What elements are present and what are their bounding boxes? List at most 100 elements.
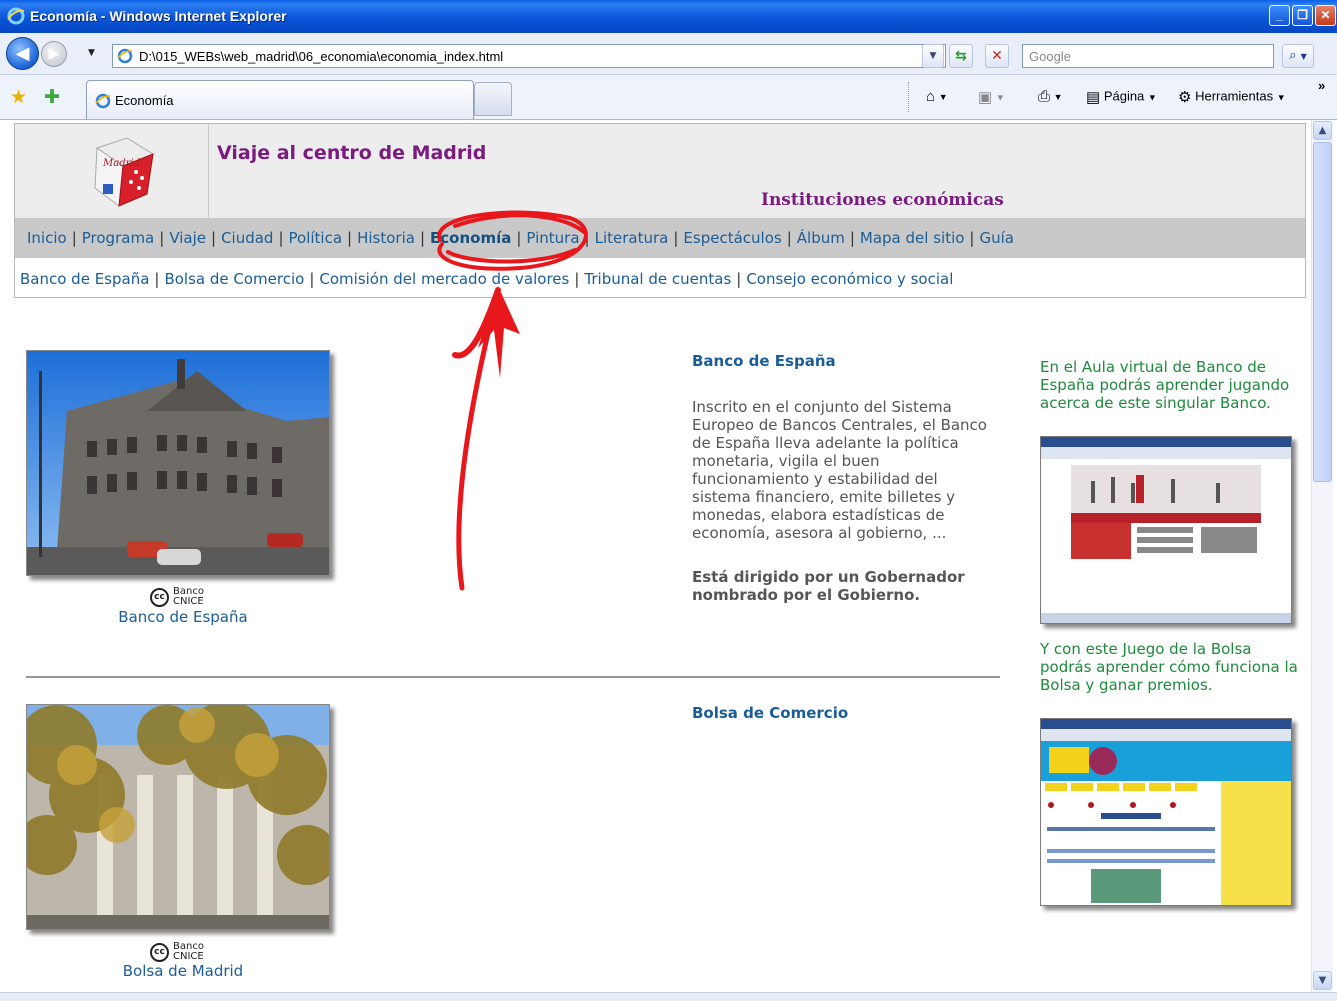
bolsa-de-madrid-photo[interactable] (26, 704, 330, 930)
menu-item-literatura[interactable]: Literatura (595, 229, 669, 247)
tools-menu-button[interactable]: ⚙ Herramientas ▼ (1178, 88, 1286, 106)
scroll-up-button[interactable]: ▲ (1313, 121, 1332, 140)
search-input[interactable]: Google (1022, 44, 1274, 68)
website-thumbnail-2 (1041, 719, 1291, 905)
minimize-button[interactable]: _ (1269, 5, 1290, 26)
tab-economia[interactable]: Economía (86, 80, 474, 119)
maximize-button[interactable]: ❐ (1292, 5, 1313, 26)
feeds-button[interactable]: ▣ ▼ (978, 88, 1005, 106)
menu-item-historia[interactable]: Historia (357, 229, 415, 247)
feed-icon: ▣ (978, 89, 993, 106)
tab-label: Economía (115, 93, 174, 108)
scroll-down-button[interactable]: ▼ (1313, 971, 1332, 990)
menu-separator: | (159, 229, 165, 247)
juego-bolsa-screenshot[interactable] (1040, 718, 1292, 906)
arrow-right-icon: ▶ (48, 46, 60, 62)
page-viewport: Madrid Viaje al centro de Madrid Institu… (4, 120, 1311, 992)
favorites-star-icon[interactable]: ★ (10, 86, 27, 109)
menu-item--lbum[interactable]: Álbum (797, 229, 845, 247)
cc-license-1[interactable]: cc Banco CNICE (150, 587, 230, 609)
scroll-thumb[interactable] (1313, 142, 1332, 482)
aula-virtual-screenshot[interactable] (1040, 436, 1292, 624)
submenu-separator: | (736, 270, 742, 288)
menu-separator: | (71, 229, 77, 247)
add-favorites-icon[interactable]: ✚ (44, 86, 60, 109)
refresh-icon: ⇆ (955, 48, 967, 64)
section-divider (26, 676, 1000, 678)
menu-separator: | (969, 229, 975, 247)
menu-separator: | (211, 229, 217, 247)
back-button[interactable]: ◀ (6, 37, 39, 70)
search-button[interactable]: ⌕ ▼ (1282, 44, 1314, 68)
home-button[interactable]: ⌂ ▼ (926, 88, 948, 105)
entry-description-banco: Inscrito en el conjunto del Sistema Euro… (692, 398, 987, 542)
menu-item-econom-a[interactable]: Economía (430, 229, 511, 247)
main-menu: Inicio | Programa | Viaje | Ciudad | Política | Hi… (15, 218, 1305, 258)
submenu-item[interactable]: Comisión del mercado de valores (319, 270, 569, 288)
menu-item-inicio[interactable]: Inicio (27, 229, 67, 247)
svg-text:Madrid: Madrid (102, 158, 140, 169)
menu-separator: | (786, 229, 792, 247)
banco-de-espana-photo[interactable] (26, 350, 330, 576)
madrid-cube-logo: Madrid (94, 137, 155, 207)
menu-item-gu-a[interactable]: Guía (979, 229, 1014, 247)
menu-item-programa[interactable]: Programa (82, 229, 154, 247)
submenu-item[interactable]: Consejo económico y social (746, 270, 953, 288)
menu-separator: | (419, 229, 426, 247)
submenu-separator: | (154, 270, 160, 288)
submenu-separator: | (309, 270, 315, 288)
ie-page-icon (117, 48, 133, 64)
submenu-item[interactable]: Tribunal de cuentas (584, 270, 731, 288)
menu-item-espect-culos[interactable]: Espectáculos (683, 229, 781, 247)
close-button[interactable]: ✕ (1315, 5, 1336, 26)
printer-icon: ⎙ (1038, 88, 1051, 106)
cc-source-label-2: CNICE (173, 951, 204, 962)
site-logo[interactable]: Madrid (15, 124, 209, 218)
refresh-button[interactable]: ⇆ (949, 44, 973, 68)
vertical-scrollbar[interactable]: ▲ ▼ (1311, 120, 1333, 992)
menu-separator: | (673, 229, 679, 247)
menu-item-pintura[interactable]: Pintura (526, 229, 579, 247)
ie-logo-icon (7, 7, 25, 25)
submenu-item[interactable]: Banco de España (20, 270, 149, 288)
address-bar[interactable]: D:\015_WEBs\web_madrid\06_economia\econo… (112, 44, 946, 68)
submenu-item[interactable]: Bolsa de Comercio (164, 270, 304, 288)
creative-commons-icon: cc (150, 943, 169, 962)
forward-button[interactable]: ▶ (41, 41, 67, 67)
cc-license-2[interactable]: cc Banco CNICE (150, 942, 230, 964)
menu-item-mapa-del-sitio[interactable]: Mapa del sitio (860, 229, 965, 247)
page-menu-button[interactable]: ▤ Página ▼ (1086, 88, 1157, 106)
gear-icon: ⚙ (1178, 89, 1192, 106)
photo-caption-link[interactable]: Bolsa de Madrid (26, 962, 340, 980)
menu-separator: | (849, 229, 855, 247)
section-title: Instituciones económicas (761, 190, 1004, 210)
stop-button[interactable]: ✕ (985, 44, 1009, 68)
window-titlebar: Economía - Windows Internet Explorer _ ❐… (0, 0, 1337, 33)
cc-source-label-2: CNICE (173, 596, 204, 607)
page-menu-label: Página (1103, 88, 1145, 104)
history-dropdown-icon[interactable]: ▼ (88, 48, 95, 58)
entry-heading-banco: Banco de España (692, 352, 836, 370)
page-icon: ▤ (1086, 89, 1101, 106)
toolbar-separator (908, 82, 910, 112)
toolbar-overflow-button[interactable]: » (1318, 78, 1325, 93)
menu-separator: | (584, 229, 590, 247)
entry-note-banco: Está dirigido por un Gobernador nombrado… (692, 568, 965, 604)
site-header: Madrid Viaje al centro de Madrid Institu… (14, 123, 1306, 298)
print-button[interactable]: ⎙ ▼ (1038, 88, 1063, 105)
building-photo (27, 351, 329, 575)
menu-item-viaje[interactable]: Viaje (169, 229, 206, 247)
address-url[interactable]: D:\015_WEBs\web_madrid\06_economia\econo… (139, 49, 503, 64)
sidebar-text-aula-virtual: En el Aula virtual de Banco de España po… (1040, 358, 1290, 412)
search-icon: ⌕ (1289, 48, 1297, 63)
sidebar-text-juego-bolsa: Y con este Juego de la Bolsa podrás apre… (1040, 640, 1298, 694)
photo-caption-link[interactable]: Banco de España (26, 608, 340, 626)
menu-separator: | (278, 229, 284, 247)
site-title: Viaje al centro de Madrid (217, 142, 487, 164)
address-dropdown-button[interactable]: ▼ (922, 44, 944, 68)
submenu-separator: | (574, 270, 580, 288)
new-tab-button[interactable] (474, 82, 512, 116)
menu-item-pol-tica[interactable]: Política (289, 229, 343, 247)
menu-item-ciudad[interactable]: Ciudad (221, 229, 273, 247)
status-bar (0, 992, 1337, 1001)
